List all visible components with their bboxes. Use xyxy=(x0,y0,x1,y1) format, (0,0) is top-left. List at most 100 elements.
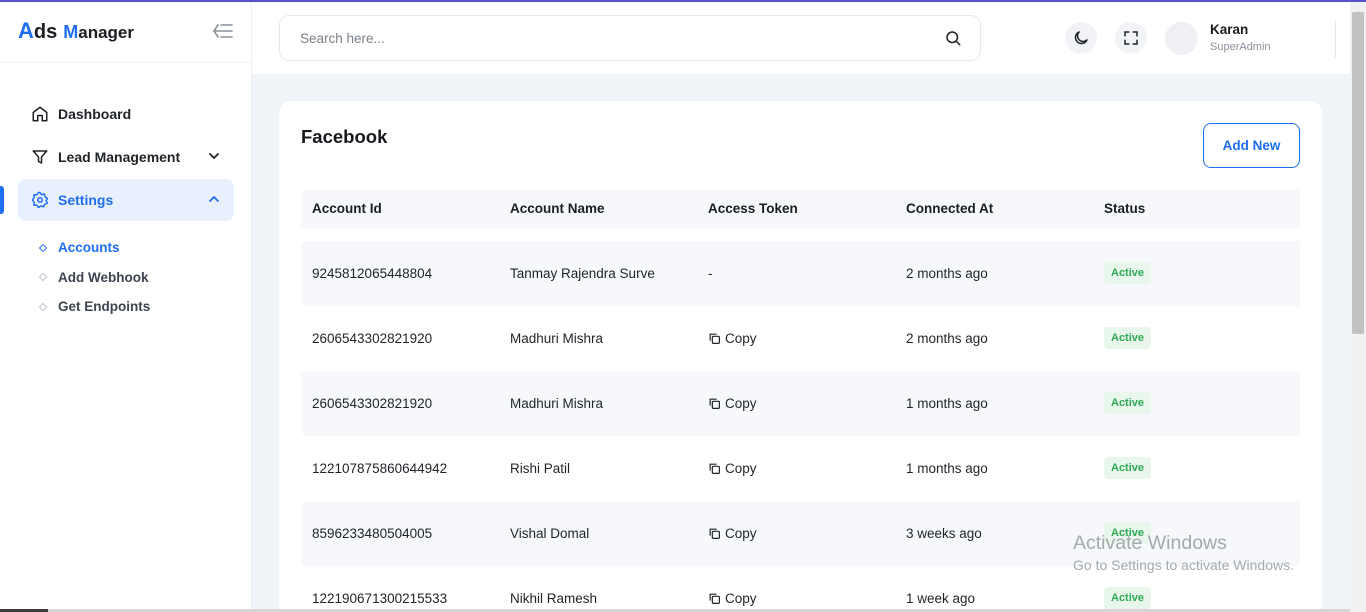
search-box xyxy=(279,15,981,61)
copy-label: Copy xyxy=(725,461,757,476)
sidebar-item-dashboard[interactable]: Dashboard xyxy=(18,93,234,135)
copy-token-button[interactable]: Copy xyxy=(708,331,757,346)
sidebar-item-label: Settings xyxy=(58,192,114,208)
submenu-item-label: Get Endpoints xyxy=(58,299,151,315)
cell-connected-at: 3 weeks ago xyxy=(906,526,982,541)
submenu-item-add-webhook[interactable]: Add Webhook xyxy=(38,263,150,293)
table-header: Account Id Account Name Access Token Con… xyxy=(301,189,1300,229)
cell-account-id: 2606543302821920 xyxy=(312,331,433,346)
cell-connected-at: 2 months ago xyxy=(906,266,988,281)
dark-mode-toggle[interactable] xyxy=(1065,22,1097,54)
brand-logo: Ads Manager xyxy=(18,18,134,48)
cell-access-token: - xyxy=(708,266,713,281)
submenu-item-accounts[interactable]: Accounts xyxy=(38,233,150,263)
sidebar-collapse-button[interactable] xyxy=(210,20,236,42)
submenu-item-get-endpoints[interactable]: Get Endpoints xyxy=(38,292,151,322)
sidebar-item-label: Dashboard xyxy=(58,106,132,122)
diamond-bullet-icon xyxy=(38,302,48,311)
vertical-scrollbar[interactable] xyxy=(1350,2,1366,612)
avatar[interactable] xyxy=(1165,22,1198,55)
sidebar-item-label: Lead Management xyxy=(58,149,181,165)
top-accent-line xyxy=(0,0,1366,2)
cell-account-name: Tanmay Rajendra Surve xyxy=(510,266,655,281)
table-row: 2606543302821920 Madhuri Mishra Copy 2 m… xyxy=(301,306,1300,371)
cell-account-id: 2606543302821920 xyxy=(312,396,433,411)
status-badge: Active xyxy=(1104,327,1152,349)
column-header-access-token: Access Token xyxy=(708,201,798,216)
activate-windows-title: Activate Windows xyxy=(1073,532,1227,554)
search-icon[interactable] xyxy=(944,29,962,47)
submenu-item-label: Add Webhook xyxy=(58,269,149,285)
copy-token-button[interactable]: Copy xyxy=(708,396,757,411)
top-header: Karan SuperAdmin xyxy=(252,2,1350,74)
copy-token-button[interactable]: Copy xyxy=(708,591,757,606)
chevron-up-icon xyxy=(206,191,222,207)
cell-account-id: 8596233480504005 xyxy=(312,526,433,541)
add-new-button[interactable]: Add New xyxy=(1203,123,1300,168)
cell-account-name: Madhuri Mishra xyxy=(510,396,604,411)
cell-connected-at: 1 months ago xyxy=(906,396,988,411)
copy-label: Copy xyxy=(725,331,757,346)
settings-submenu: Accounts Add Webhook Get Endpoints xyxy=(38,233,151,322)
copy-icon xyxy=(709,398,720,409)
brand-divider xyxy=(0,62,252,63)
copy-icon xyxy=(709,528,720,539)
chevron-down-icon xyxy=(206,148,222,164)
copy-icon xyxy=(709,333,720,344)
cell-account-name: Madhuri Mishra xyxy=(510,331,604,346)
sidebar-nav: Dashboard Lead Management Settings xyxy=(18,93,234,222)
filter-icon xyxy=(30,147,50,167)
scrollbar-thumb[interactable] xyxy=(1352,12,1364,334)
cell-connected-at: 2 months ago xyxy=(906,331,988,346)
status-badge: Active xyxy=(1104,262,1152,284)
cell-account-name: Vishal Domal xyxy=(510,526,590,541)
header-divider xyxy=(1335,20,1336,58)
sidebar: Ads Manager Dashboard Lead Management Se… xyxy=(0,0,252,612)
activate-windows-subtitle: Go to Settings to activate Windows. xyxy=(1073,557,1294,573)
moon-icon xyxy=(1074,31,1088,45)
cell-account-id: 122190671300215533 xyxy=(312,591,448,606)
status-badge: Active xyxy=(1104,457,1152,479)
copy-token-button[interactable]: Copy xyxy=(708,526,757,541)
copy-icon xyxy=(709,593,720,604)
table-row: 2606543302821920 Madhuri Mishra Copy 1 m… xyxy=(301,371,1300,436)
diamond-bullet-icon xyxy=(38,243,48,252)
cell-connected-at: 1 week ago xyxy=(906,591,976,606)
copy-token-button[interactable]: Copy xyxy=(708,461,757,476)
column-header-status: Status xyxy=(1104,201,1146,216)
column-header-account-name: Account Name xyxy=(510,201,605,216)
table-row: 122107875860644942 Rishi Patil Copy 1 mo… xyxy=(301,436,1300,501)
status-badge: Active xyxy=(1104,587,1152,609)
page-title: Facebook xyxy=(301,126,388,147)
copy-label: Copy xyxy=(725,591,757,606)
cell-account-name: Rishi Patil xyxy=(510,461,571,476)
gear-icon xyxy=(30,190,50,210)
column-header-account-id: Account Id xyxy=(312,201,382,216)
brand-letter-m: M xyxy=(63,22,79,42)
search-input[interactable] xyxy=(280,16,940,60)
copy-label: Copy xyxy=(725,396,757,411)
brand-letter-a: A xyxy=(18,18,34,43)
active-indicator xyxy=(0,186,4,214)
submenu-item-label: Accounts xyxy=(58,240,120,256)
sidebar-item-lead-management[interactable]: Lead Management xyxy=(18,136,234,178)
collapse-menu-icon xyxy=(213,24,233,38)
brand-text-anager: anager xyxy=(78,23,134,42)
status-badge: Active xyxy=(1104,392,1152,414)
fullscreen-button[interactable] xyxy=(1115,22,1147,54)
home-icon xyxy=(30,104,50,124)
copy-icon xyxy=(709,463,720,474)
table-row: 9245812065448804 Tanmay Rajendra Surve -… xyxy=(301,241,1300,306)
cell-connected-at: 1 months ago xyxy=(906,461,988,476)
copy-label: Copy xyxy=(725,526,757,541)
column-header-connected-at: Connected At xyxy=(906,201,994,216)
diamond-bullet-icon xyxy=(38,273,48,282)
cell-account-id: 9245812065448804 xyxy=(312,266,433,281)
cell-account-name: Nikhil Ramesh xyxy=(510,591,598,606)
user-role: SuperAdmin xyxy=(1210,41,1271,53)
user-name: Karan xyxy=(1210,22,1249,37)
fullscreen-icon xyxy=(1124,31,1138,45)
sidebar-item-settings[interactable]: Settings xyxy=(18,179,234,221)
cell-account-id: 122107875860644942 xyxy=(312,461,448,476)
brand-text-ds: ds xyxy=(33,21,58,43)
